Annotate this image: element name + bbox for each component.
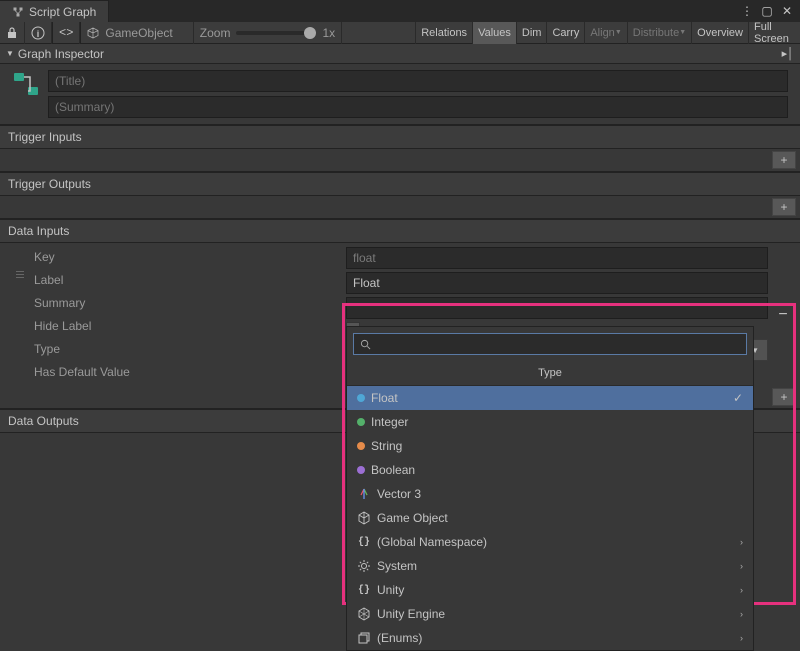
label-summary: Summary — [34, 293, 340, 313]
type-option-label: Unity Engine — [377, 607, 445, 621]
type-option-label: Vector 3 — [377, 487, 421, 501]
add-data-input-button[interactable]: + — [772, 388, 796, 406]
view-carry[interactable]: Carry — [546, 22, 584, 44]
type-option-unity[interactable]: {} Unity › — [347, 578, 753, 602]
type-option-label: Integer — [371, 415, 408, 429]
graph-summary-input[interactable] — [48, 96, 788, 118]
type-list: Float ✓ Integer String Boolean Vector 3 Game O… — [347, 386, 753, 650]
zoom-slider[interactable] — [236, 31, 316, 35]
type-option-label: Game Object — [377, 511, 448, 525]
label-input[interactable] — [346, 272, 768, 294]
type-option-unity-engine[interactable]: Unity Engine › — [347, 602, 753, 626]
variables-icon[interactable]: <> — [53, 22, 80, 44]
info-icon[interactable]: i — [25, 22, 52, 44]
type-option-label: (Enums) — [377, 631, 422, 645]
maximize-icon[interactable]: ▢ — [758, 3, 776, 19]
svg-text:i: i — [37, 29, 40, 39]
type-color-icon — [357, 418, 365, 426]
key-input[interactable] — [346, 247, 768, 269]
close-icon[interactable]: ✕ — [778, 3, 796, 19]
label-label: Label — [34, 270, 340, 290]
lock-icon[interactable] — [0, 22, 25, 44]
popup-title: Type — [347, 361, 753, 386]
script-graph-icon — [12, 6, 24, 18]
tab-bar: Script Graph ⋮ ▢ ✕ — [0, 0, 800, 22]
type-option-label: System — [377, 559, 417, 573]
view-dim[interactable]: Dim — [516, 22, 547, 44]
window-controls: ⋮ ▢ ✕ — [738, 0, 800, 22]
chevron-right-icon: › — [740, 537, 743, 547]
label-key: Key — [34, 247, 340, 267]
inspector-bar: ▼ Graph Inspector ▸│ — [0, 44, 800, 64]
graph-header — [0, 64, 800, 125]
type-option-label: Boolean — [371, 463, 415, 477]
chevron-right-icon: › — [740, 561, 743, 571]
type-option-system[interactable]: System › — [347, 554, 753, 578]
search-icon — [360, 339, 371, 350]
type-option-boolean[interactable]: Boolean — [347, 458, 753, 482]
type-option-string[interactable]: String — [347, 434, 753, 458]
foldout-icon[interactable]: ▼ — [6, 49, 14, 58]
view-overview[interactable]: Overview — [691, 22, 748, 44]
type-color-icon — [357, 466, 365, 474]
collapse-icon[interactable]: ▸│ — [782, 47, 794, 60]
main-toolbar: i <> GameObject Zoom 1x Relations Values… — [0, 22, 800, 44]
section-data-inputs: Data Inputs — [0, 219, 800, 243]
type-option-integer[interactable]: Integer — [347, 410, 753, 434]
v3-icon — [357, 487, 371, 501]
tab-script-graph[interactable]: Script Graph — [0, 0, 109, 22]
label-type: Type — [34, 339, 340, 359]
view-align[interactable]: Align ▼ — [584, 22, 626, 44]
label-hide: Hide Label — [34, 316, 340, 336]
unity-icon — [357, 607, 371, 621]
view-values[interactable]: Values — [472, 22, 516, 44]
gameobject-selector[interactable]: GameObject — [81, 22, 193, 44]
drag-handle-icon[interactable] — [16, 247, 24, 278]
type-option-float[interactable]: Float ✓ — [347, 386, 753, 410]
section-trigger-outputs: Trigger Outputs — [0, 172, 800, 196]
chevron-right-icon: › — [740, 633, 743, 643]
inspector-title: Graph Inspector — [18, 47, 104, 61]
type-color-icon — [357, 394, 365, 402]
zoom-control[interactable]: Zoom 1x — [194, 22, 342, 44]
cube-icon — [87, 27, 99, 39]
label-default: Has Default Value — [34, 362, 340, 382]
cube-icon — [357, 511, 371, 525]
graph-title-input[interactable] — [48, 70, 788, 92]
type-option--global-namespace-[interactable]: {} (Global Namespace) › — [347, 530, 753, 554]
enum-icon — [357, 631, 371, 645]
type-color-icon — [357, 442, 365, 450]
braces-icon: {} — [357, 535, 371, 549]
section-trigger-inputs: Trigger Inputs — [0, 125, 800, 149]
type-option-label: Float — [371, 391, 398, 405]
type-option-label: String — [371, 439, 402, 453]
add-trigger-output-button[interactable]: + — [772, 198, 796, 216]
type-picker-popup: Type Float ✓ Integer String Boolean Vector 3 G… — [346, 326, 754, 651]
type-option--enums-[interactable]: (Enums) › — [347, 626, 753, 650]
summary-input[interactable] — [346, 297, 768, 319]
type-option-label: (Global Namespace) — [377, 535, 487, 549]
type-option-vector-3[interactable]: Vector 3 — [347, 482, 753, 506]
view-fullscreen[interactable]: Full Screen — [748, 22, 800, 44]
tab-title: Script Graph — [29, 5, 96, 19]
type-option-game-object[interactable]: Game Object — [347, 506, 753, 530]
type-search-field[interactable] — [353, 333, 747, 355]
gear-icon — [357, 559, 371, 573]
graph-node-icon — [12, 70, 40, 98]
check-icon: ✓ — [733, 391, 743, 405]
type-option-label: Unity — [377, 583, 404, 597]
chevron-right-icon: › — [740, 585, 743, 595]
menu-icon[interactable]: ⋮ — [738, 3, 756, 19]
type-search-input[interactable] — [375, 337, 740, 351]
add-trigger-input-button[interactable]: + — [772, 151, 796, 169]
remove-data-input-button[interactable]: − — [774, 306, 792, 324]
view-distribute[interactable]: Distribute ▼ — [627, 22, 691, 44]
view-relations[interactable]: Relations — [415, 22, 472, 44]
chevron-right-icon: › — [740, 609, 743, 619]
braces-icon: {} — [357, 583, 371, 597]
